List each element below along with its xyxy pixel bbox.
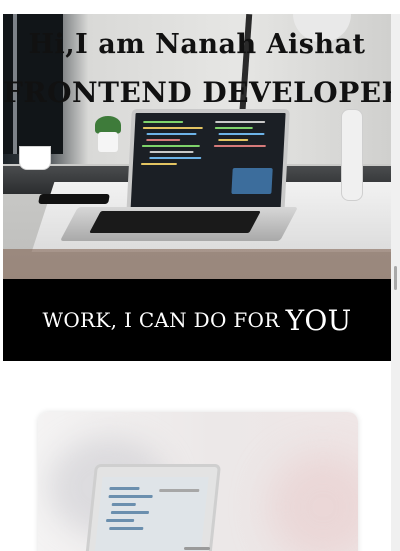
hero-keyboard xyxy=(89,211,261,233)
hero-code-line xyxy=(213,145,266,147)
hero-code-line xyxy=(149,151,194,153)
hero-code-line xyxy=(218,139,249,141)
card-laptop-screen xyxy=(94,477,209,551)
services-banner: WORK, I CAN DO FOR YOU xyxy=(3,279,391,361)
hero-plant-pot xyxy=(98,132,118,152)
hero-code-line xyxy=(140,163,177,165)
card-laptop-image xyxy=(84,464,222,551)
services-banner-text: WORK, I CAN DO FOR xyxy=(42,308,280,332)
hero-greeting: Hi,I am Nanah Aishat xyxy=(3,30,391,60)
card-code-line xyxy=(109,527,144,530)
hero-floor xyxy=(3,249,391,279)
hero-code-line xyxy=(231,168,273,194)
card-code-line xyxy=(109,487,140,490)
hero-code-line xyxy=(149,157,202,159)
role-title: FRONTEND DEVELOPER xyxy=(3,76,391,109)
hero-code-line xyxy=(143,121,184,123)
hero-code-line xyxy=(146,139,181,141)
card-code-line xyxy=(110,511,150,514)
scrollbar-thumb[interactable] xyxy=(394,266,397,290)
services-banner-emphasis: YOU xyxy=(285,303,352,337)
hero-laptop-screen xyxy=(126,109,290,217)
card-code-line xyxy=(108,495,153,498)
hero-code-line xyxy=(215,121,266,123)
card-image-blur xyxy=(268,452,358,551)
greeting-hi: Hi, xyxy=(28,29,76,60)
hero-code-line xyxy=(141,145,200,147)
hero-cup xyxy=(19,146,51,170)
hero-code-line xyxy=(218,133,265,135)
hero-section: Hi,I am Nanah Aishat FRONTEND DEVELOPER xyxy=(3,14,391,279)
project-card[interactable] xyxy=(38,412,358,551)
hero-phone xyxy=(38,194,110,204)
horizontal-scroll-handle[interactable] xyxy=(184,547,210,550)
hero-code-line xyxy=(142,127,203,129)
hero-code-line xyxy=(214,127,253,129)
hero-code-line xyxy=(146,133,197,135)
card-code-line xyxy=(111,503,136,506)
greeting-name: I am Nanah Aishat xyxy=(75,29,366,60)
hero-speaker xyxy=(341,109,363,201)
card-code-line xyxy=(159,489,200,492)
card-code-line xyxy=(105,519,135,522)
page: Hi,I am Nanah Aishat FRONTEND DEVELOPER … xyxy=(3,14,391,551)
